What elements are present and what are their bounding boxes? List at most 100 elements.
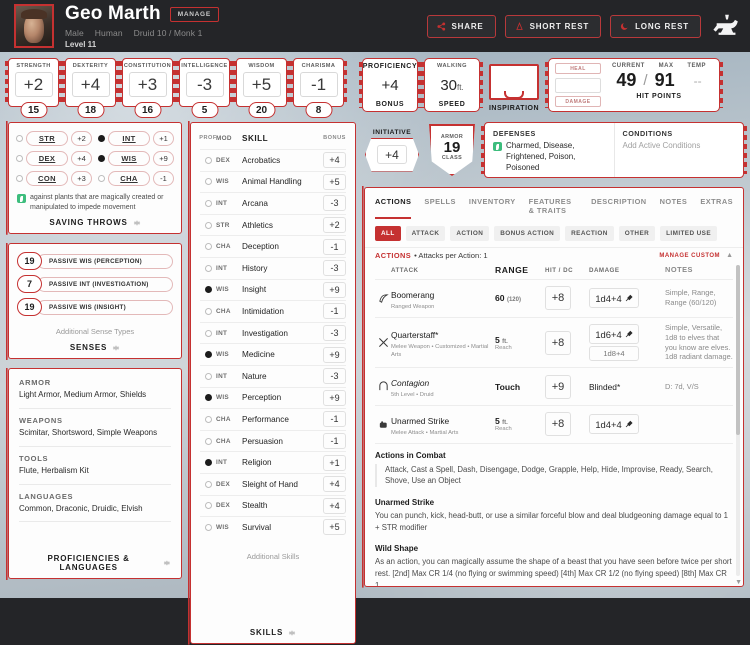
proficiency-dot[interactable]	[204, 286, 212, 294]
skill-row-perception[interactable]: WIS Perception +9	[200, 386, 346, 409]
proficiency-dot[interactable]	[204, 502, 212, 510]
proficiency-dot[interactable]	[204, 264, 212, 272]
attack-damage-versatile[interactable]: 1d8+4	[589, 346, 639, 361]
filter-attack[interactable]: ATTACK	[405, 226, 446, 241]
skill-row-acrobatics[interactable]: DEX Acrobatics +4	[200, 149, 346, 171]
attack-hit-value[interactable]: +8	[545, 330, 571, 355]
filter-bonus-action[interactable]: BONUS ACTION	[494, 226, 561, 241]
filter-all[interactable]: ALL	[375, 226, 401, 241]
attack-hit-value[interactable]: +8	[545, 286, 571, 311]
skill-row-nature[interactable]: INT Nature -3	[200, 364, 346, 387]
heal-button[interactable]: HEAL	[555, 63, 601, 74]
ability-strength[interactable]: STRENGTH +2 15	[5, 58, 62, 118]
proficiency-dot[interactable]	[204, 156, 212, 164]
skill-row-athletics[interactable]: STR Athletics +2	[200, 213, 346, 236]
saving-throw-str[interactable]: STR +2	[16, 131, 92, 146]
proficiency-dot[interactable]	[204, 199, 212, 207]
proficiency-dot[interactable]	[98, 175, 105, 182]
proficiency-dot[interactable]	[204, 178, 212, 186]
ability-charisma[interactable]: CHARISMA -1 8	[290, 58, 347, 118]
proficiency-dot[interactable]	[98, 155, 105, 162]
defenses-section[interactable]: DEFENSES Charmed, Disease, Frightened, P…	[485, 123, 614, 177]
saving-throw-dex[interactable]: DEX +4	[16, 151, 92, 166]
proficiency-dot[interactable]	[98, 135, 105, 142]
tab-extras[interactable]: EXTRAS	[700, 197, 733, 219]
inspiration-shape[interactable]	[489, 64, 539, 100]
skill-row-history[interactable]: INT History -3	[200, 256, 346, 279]
short-rest-button[interactable]: SHORT REST	[504, 14, 602, 38]
skill-row-performance[interactable]: CHA Performance -1	[200, 408, 346, 430]
additional-sense-types[interactable]: Additional Sense Types	[17, 321, 173, 338]
hp-max-value[interactable]: 91	[655, 70, 675, 91]
skill-row-intimidation[interactable]: CHA Intimidation -1	[200, 300, 346, 322]
proficiency-dot[interactable]	[204, 221, 212, 229]
attack-row-contagion[interactable]: Contagion 5th Level • Druid Touch +9 Bli…	[375, 367, 733, 405]
skill-row-stealth[interactable]: DEX Stealth +4	[200, 494, 346, 517]
proficiency-dot[interactable]	[204, 480, 212, 488]
filter-reaction[interactable]: REACTION	[565, 226, 614, 241]
proficiency-dot[interactable]	[204, 415, 212, 423]
sense-insight[interactable]: 19 PASSIVE WIS (INSIGHT)	[17, 298, 173, 317]
chevron-up-icon[interactable]: ▲	[726, 252, 733, 259]
proficiency-dot[interactable]	[204, 329, 212, 337]
attack-row-boomerang[interactable]: Boomerang Ranged Weapon 60 (120) +8 1d4+…	[375, 279, 733, 317]
conditions-placeholder[interactable]: Add Active Conditions	[623, 141, 736, 150]
proficiency-dot[interactable]	[204, 459, 212, 467]
ability-wisdom[interactable]: WISDOM +5 20	[233, 58, 290, 118]
tab-features-traits[interactable]: FEATURES & TRAITS	[529, 197, 578, 219]
gear-icon[interactable]	[288, 629, 296, 637]
hp-amount-input[interactable]	[555, 77, 601, 93]
proficiency-dot[interactable]	[204, 351, 212, 359]
ability-dexterity[interactable]: DEXTERITY +4 18	[62, 58, 119, 118]
attack-hit-value[interactable]: +8	[545, 412, 571, 437]
sense-perception[interactable]: 19 PASSIVE WIS (PERCEPTION)	[17, 252, 173, 271]
proficiency-dot[interactable]	[204, 437, 212, 445]
proficiency-dot[interactable]	[16, 155, 23, 162]
skill-row-investigation[interactable]: INT Investigation -3	[200, 321, 346, 344]
gear-icon[interactable]	[133, 219, 141, 227]
hp-current-value[interactable]: 49	[616, 70, 636, 91]
hp-temp-value[interactable]: --	[694, 74, 702, 88]
speed-box[interactable]: WALKING 30ft. SPEED	[421, 58, 483, 112]
gear-icon[interactable]	[163, 559, 171, 567]
saving-throw-con[interactable]: CON +3	[16, 171, 92, 186]
proficiency-dot[interactable]	[204, 523, 212, 531]
skill-row-survival[interactable]: WIS Survival +5	[200, 516, 346, 538]
attack-hit-value[interactable]: +9	[545, 374, 571, 399]
damage-button[interactable]: DAMAGE	[555, 96, 601, 107]
sense-investigation[interactable]: 7 PASSIVE INT (INVESTIGATION)	[17, 275, 173, 294]
attack-damage-value[interactable]: 1d4+4	[589, 414, 639, 435]
saving-throw-wis[interactable]: WIS +9	[98, 151, 174, 166]
actions-scroll-area[interactable]: ATTACK RANGE HIT / DC DAMAGE NOTES Boome…	[365, 265, 743, 586]
skill-row-medicine[interactable]: WIS Medicine +9	[200, 343, 346, 365]
chevron-down-icon[interactable]: ▼	[735, 579, 742, 586]
skill-row-arcana[interactable]: INT Arcana -3	[200, 192, 346, 214]
gear-icon[interactable]	[112, 344, 120, 352]
conditions-section[interactable]: CONDITIONS Add Active Conditions	[613, 123, 744, 177]
attack-damage-value[interactable]: 1d6+4	[589, 324, 639, 344]
proficiency-dot[interactable]	[204, 243, 212, 251]
proficiency-dot[interactable]	[16, 135, 23, 142]
proficiency-dot[interactable]	[204, 394, 212, 402]
initiative-box[interactable]: INITIATIVE +4	[364, 129, 420, 172]
ability-constitution[interactable]: CONSTITUTION +3 16	[119, 58, 176, 118]
skill-row-insight[interactable]: WIS Insight +9	[200, 278, 346, 301]
saving-throw-int[interactable]: INT +1	[98, 131, 174, 146]
manage-button[interactable]: MANAGE	[169, 6, 219, 22]
skill-row-persuasion[interactable]: CHA Persuasion -1	[200, 429, 346, 452]
proficiency-dot[interactable]	[16, 175, 23, 182]
additional-skills[interactable]: Additional Skills	[200, 538, 346, 563]
saving-throw-cha[interactable]: CHA -1	[98, 171, 174, 186]
long-rest-button[interactable]: LONG REST	[610, 14, 701, 38]
tab-inventory[interactable]: INVENTORY	[469, 197, 516, 219]
skill-row-religion[interactable]: INT Religion +1	[200, 451, 346, 473]
scrollbar-thumb[interactable]	[736, 265, 740, 435]
tab-spells[interactable]: SPELLS	[424, 197, 455, 219]
filter-action[interactable]: ACTION	[450, 226, 490, 241]
proficiency-dot[interactable]	[204, 372, 212, 380]
inspiration-box[interactable]: INSPIRATION	[486, 58, 542, 112]
attack-row-quarterstaff[interactable]: Quarterstaff* Melee Weapon • Customized …	[375, 316, 733, 368]
filter-other[interactable]: OTHER	[618, 226, 656, 241]
proficiency-dot[interactable]	[204, 307, 212, 315]
filter-limited-use[interactable]: LIMITED USE	[660, 226, 717, 241]
